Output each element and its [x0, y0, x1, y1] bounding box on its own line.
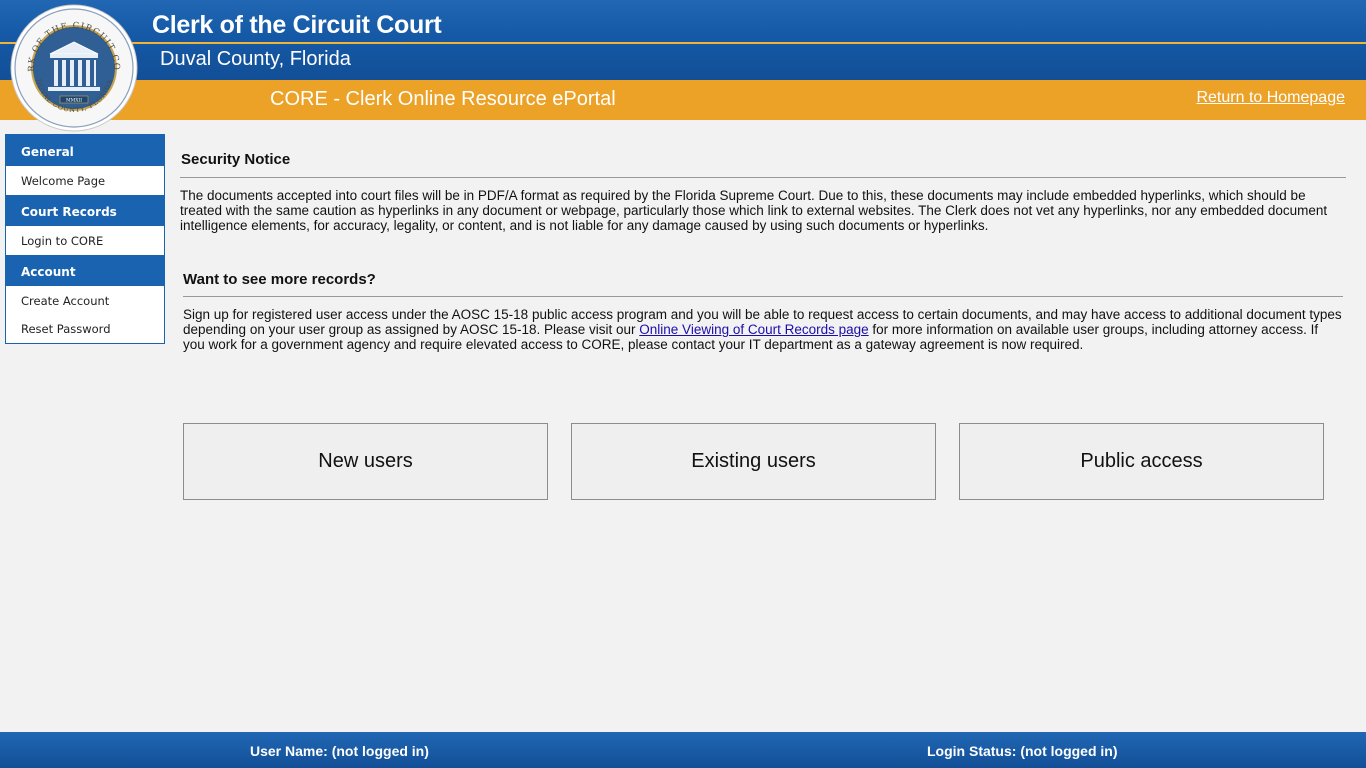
footer-bar: User Name: (not logged in) Login Status:… — [0, 732, 1366, 768]
footer-login-status: Login Status: (not logged in) — [927, 743, 1118, 759]
sidebar-nav: General Welcome Page Court Records Login… — [5, 134, 165, 344]
footer-user-name: User Name: (not logged in) — [250, 743, 429, 759]
divider — [180, 177, 1346, 178]
sidebar-item-welcome-page[interactable]: Welcome Page — [6, 167, 164, 195]
sidebar-item-login-to-core[interactable]: Login to CORE — [6, 227, 164, 255]
return-to-homepage-link[interactable]: Return to Homepage — [1196, 89, 1345, 107]
new-users-button[interactable]: New users — [183, 423, 548, 500]
clerk-seal-logo[interactable]: CLERK OF THE CIRCUIT COURT DUVAL COUNTY,… — [6, 0, 138, 132]
header-gold-rule — [0, 42, 1366, 44]
more-records-heading: Want to see more records? — [183, 271, 376, 288]
online-viewing-court-records-link[interactable]: Online Viewing of Court Records page — [639, 322, 868, 337]
portal-title: CORE - Clerk Online Resource ePortal — [270, 88, 616, 110]
sidebar-item-create-account[interactable]: Create Account — [6, 287, 164, 315]
seal-year: MMXII — [66, 98, 82, 104]
divider — [183, 296, 1343, 297]
sidebar-heading-account: Account — [6, 255, 164, 287]
sidebar-heading-general: General — [6, 135, 164, 167]
site-subtitle: Duval County, Florida — [160, 48, 351, 70]
sidebar-heading-court-records: Court Records — [6, 195, 164, 227]
security-notice-heading: Security Notice — [181, 151, 291, 168]
courthouse-seal-icon: CLERK OF THE CIRCUIT COURT DUVAL COUNTY,… — [6, 0, 138, 132]
security-notice-text: The documents accepted into court files … — [180, 188, 1328, 233]
site-title: Clerk of the Circuit Court — [152, 11, 442, 39]
sidebar-item-reset-password[interactable]: Reset Password — [6, 315, 164, 343]
more-records-text: Sign up for registered user access under… — [183, 307, 1343, 352]
existing-users-button[interactable]: Existing users — [571, 423, 936, 500]
portal-banner — [0, 80, 1366, 120]
public-access-button[interactable]: Public access — [959, 423, 1324, 500]
